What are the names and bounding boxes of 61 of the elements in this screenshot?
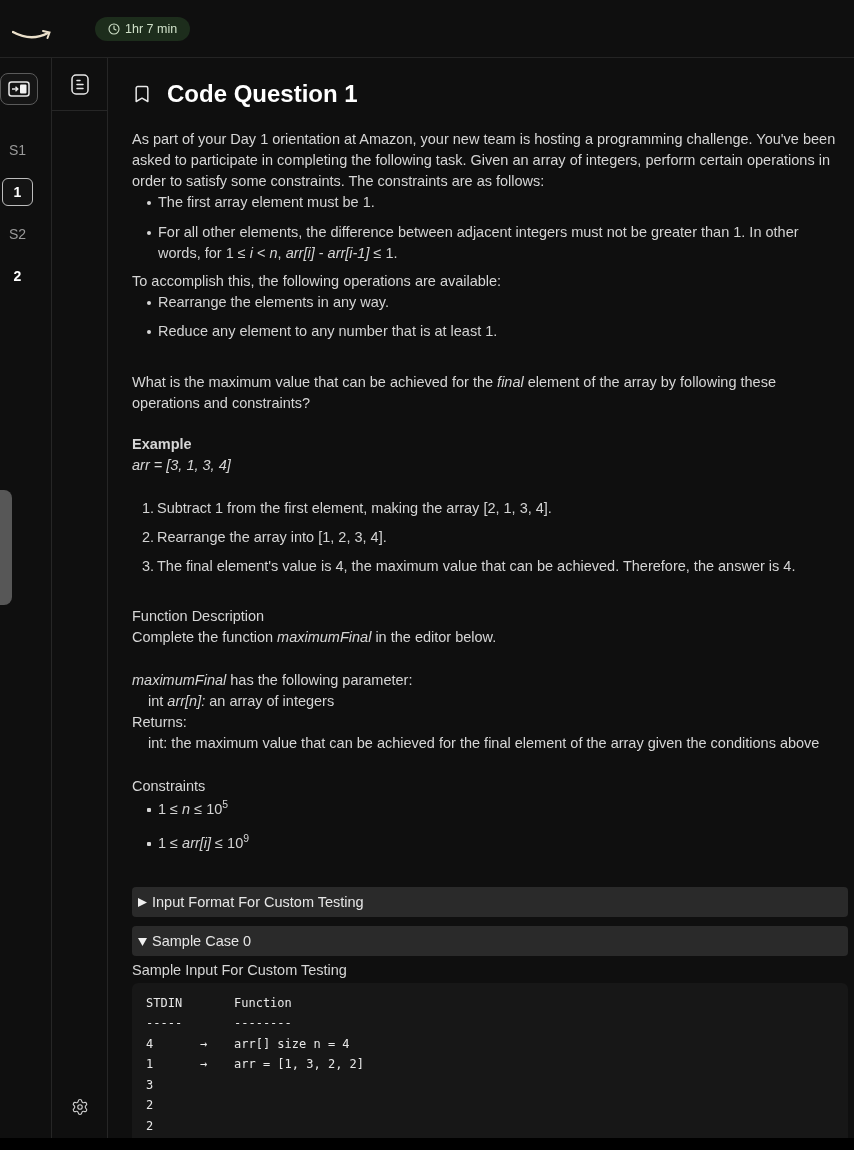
timer-text: 1hr 7 min [125, 21, 178, 36]
accordion-header[interactable]: Input Format For Custom Testing [132, 887, 848, 917]
step-number: 3. [142, 557, 156, 576]
clock-icon [108, 22, 120, 35]
list-item-text: 1 ≤ n ≤ 10$^{5}$ [158, 799, 230, 819]
code-text: arr[] size n = 4 [234, 1035, 351, 1053]
document-icon[interactable] [70, 73, 89, 95]
returns-label: Returns: [132, 713, 188, 732]
code-text: Function [234, 994, 293, 1012]
description-text: maximumFinal has the following parameter: [132, 671, 414, 690]
code-text: 1 [146, 1056, 155, 1074]
list-item-text: For all other elements, the difference between adjacent integers must not be greater than 1. In other words, for 1 ≤ i < n, arr[i] - arr[i-1] ≤ 1. [158, 223, 800, 263]
panel-toggle-button[interactable] [0, 73, 38, 105]
settings-icon[interactable] [70, 1098, 89, 1116]
caret-icon [138, 897, 147, 907]
list-item-text: The first array element must be 1. [158, 193, 376, 212]
code-text: arr = [1, 3, 2, 2] [234, 1056, 366, 1074]
code-text: ----- [146, 1015, 184, 1033]
step-text: Subtract 1 from the first element, making the array [2, 1, 3, 4]. [157, 499, 553, 518]
bullet-icon [147, 808, 151, 812]
description-text: Complete the function maximumFinal in the editor below. [132, 628, 498, 647]
code-text: 2 [146, 1097, 155, 1115]
section-label: S2 [8, 226, 27, 242]
question-text: What is the maximum value that can be achieved for the final element of the array by following these operations and constraints? [132, 373, 777, 413]
code-text: STDIN [146, 994, 184, 1012]
step-number: 2. [142, 528, 156, 547]
code-text: 2 [146, 1117, 155, 1135]
list-item-text: 1 ≤ arr[i] ≤ 10$^{9}$ [158, 833, 251, 853]
code-text: -------- [234, 1015, 293, 1033]
code-text: 3 [146, 1076, 155, 1094]
panel-icon [8, 81, 30, 97]
question-button[interactable]: 2 [2, 262, 33, 290]
description-text: As part of your Day 1 orientation at Amazon, your new team is hosting a programming challenge. You've been asked to participate in completing the following task. Given an array of integers, perform certain operations in order to satisfy some constraints. The constraints are as follows: [132, 130, 837, 191]
bullet-icon [147, 201, 151, 205]
section-heading: Constraints [132, 777, 207, 796]
section-heading: Function Description [132, 607, 266, 626]
code-text: → [200, 1035, 209, 1053]
side-handle[interactable] [0, 490, 12, 605]
section-label: S1 [8, 142, 27, 158]
accordion-header[interactable]: Sample Case 0 [132, 926, 848, 956]
bullet-icon [147, 301, 151, 305]
code-text: → [200, 1056, 209, 1074]
returns-text: int: the maximum value that can be achieved for the final element of the array given the conditions above [147, 734, 821, 753]
question-button[interactable]: 1 [2, 178, 33, 206]
parameter-text: int arr[n]: an array of integers [147, 692, 336, 711]
sample-label: Sample Input For Custom Testing [132, 961, 348, 980]
bullet-icon [147, 330, 151, 334]
caret-icon [138, 936, 147, 946]
list-item-text: Rearrange the elements in any way. [158, 293, 391, 312]
bullet-icon [147, 231, 151, 235]
code-text: 4 [146, 1035, 155, 1053]
bullet-icon [147, 842, 151, 846]
section-heading: Example [132, 435, 193, 454]
step-number: 1. [142, 499, 156, 518]
step-text: The final element's value is 4, the maximum value that can be achieved. Therefore, the answer is 4. [157, 557, 797, 576]
question-title: Code Question 1 [167, 79, 358, 109]
bookmark-icon[interactable] [132, 84, 152, 104]
example-array: arr = [3, 1, 3, 4] [132, 456, 232, 475]
description-text: To accomplish this, the following operations are available: [132, 272, 503, 291]
list-item-text: Reduce any element to any number that is at least 1. [158, 322, 499, 341]
step-text: Rearrange the array into [1, 2, 3, 4]. [157, 528, 388, 547]
